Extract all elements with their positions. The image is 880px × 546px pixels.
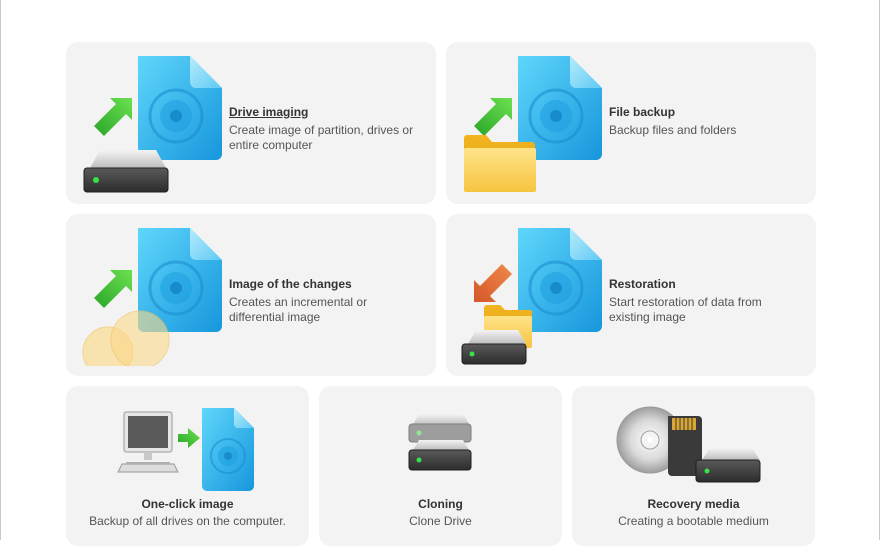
recovery-media-illustration xyxy=(572,404,815,496)
green-arrow-icon xyxy=(474,98,512,136)
cloning-tile[interactable]: Cloning Clone Drive xyxy=(319,386,562,546)
tile-title: One-click image xyxy=(141,497,234,511)
image-changes-illustration xyxy=(80,226,230,366)
green-arrow-icon xyxy=(94,270,132,308)
one-click-image-tile[interactable]: One-click image Backup of all drives on … xyxy=(66,386,309,546)
tile-description: Creates an incremental or differential i… xyxy=(229,295,368,324)
cloning-illustration xyxy=(319,404,562,496)
restoration-tile[interactable]: Restoration Start restoration of data fr… xyxy=(446,214,816,376)
drive-imaging-tile[interactable]: Drive imaging Create image of partition,… xyxy=(66,42,436,204)
tile-description: Create image of partition, drives or ent… xyxy=(229,123,414,152)
hard-drive-icon xyxy=(461,330,527,365)
hard-drive-icon xyxy=(695,448,761,483)
hard-drive-icon xyxy=(408,414,472,443)
recovery-media-tile[interactable]: Recovery media Creating a bootable mediu… xyxy=(572,386,815,546)
disk-image-icon xyxy=(202,408,254,491)
tile-description: Clone Drive xyxy=(409,514,472,528)
tile-description: Backup files and folders xyxy=(609,123,737,137)
restoration-illustration xyxy=(460,226,610,366)
drive-imaging-illustration xyxy=(80,54,230,194)
computer-icon xyxy=(117,411,179,473)
orange-arrow-icon xyxy=(474,264,512,302)
green-arrow-icon xyxy=(178,428,200,448)
hard-drive-icon xyxy=(408,440,472,471)
tile-title: Image of the changes xyxy=(229,277,352,291)
tile-title: File backup xyxy=(609,105,676,119)
file-backup-tile[interactable]: File backup Backup files and folders xyxy=(446,42,816,204)
overlapping-circles-icon xyxy=(82,310,170,366)
image-of-changes-tile[interactable]: Image of the changes Creates an incremen… xyxy=(66,214,436,376)
hard-drive-icon xyxy=(83,150,169,193)
tile-title: Recovery media xyxy=(647,497,740,511)
tile-description: Start restoration of data from existing … xyxy=(609,295,762,324)
tile-title: Restoration xyxy=(609,277,676,291)
tile-description: Creating a bootable medium xyxy=(618,514,769,528)
disk-image-icon xyxy=(138,56,222,160)
tile-title[interactable]: Drive imaging xyxy=(229,104,424,120)
green-arrow-icon xyxy=(94,98,132,136)
tile-description: Backup of all drives on the computer. xyxy=(89,514,286,528)
folder-icon xyxy=(464,135,536,192)
file-backup-illustration xyxy=(460,54,610,194)
tile-title: Cloning xyxy=(418,497,463,511)
one-click-illustration xyxy=(66,404,309,496)
